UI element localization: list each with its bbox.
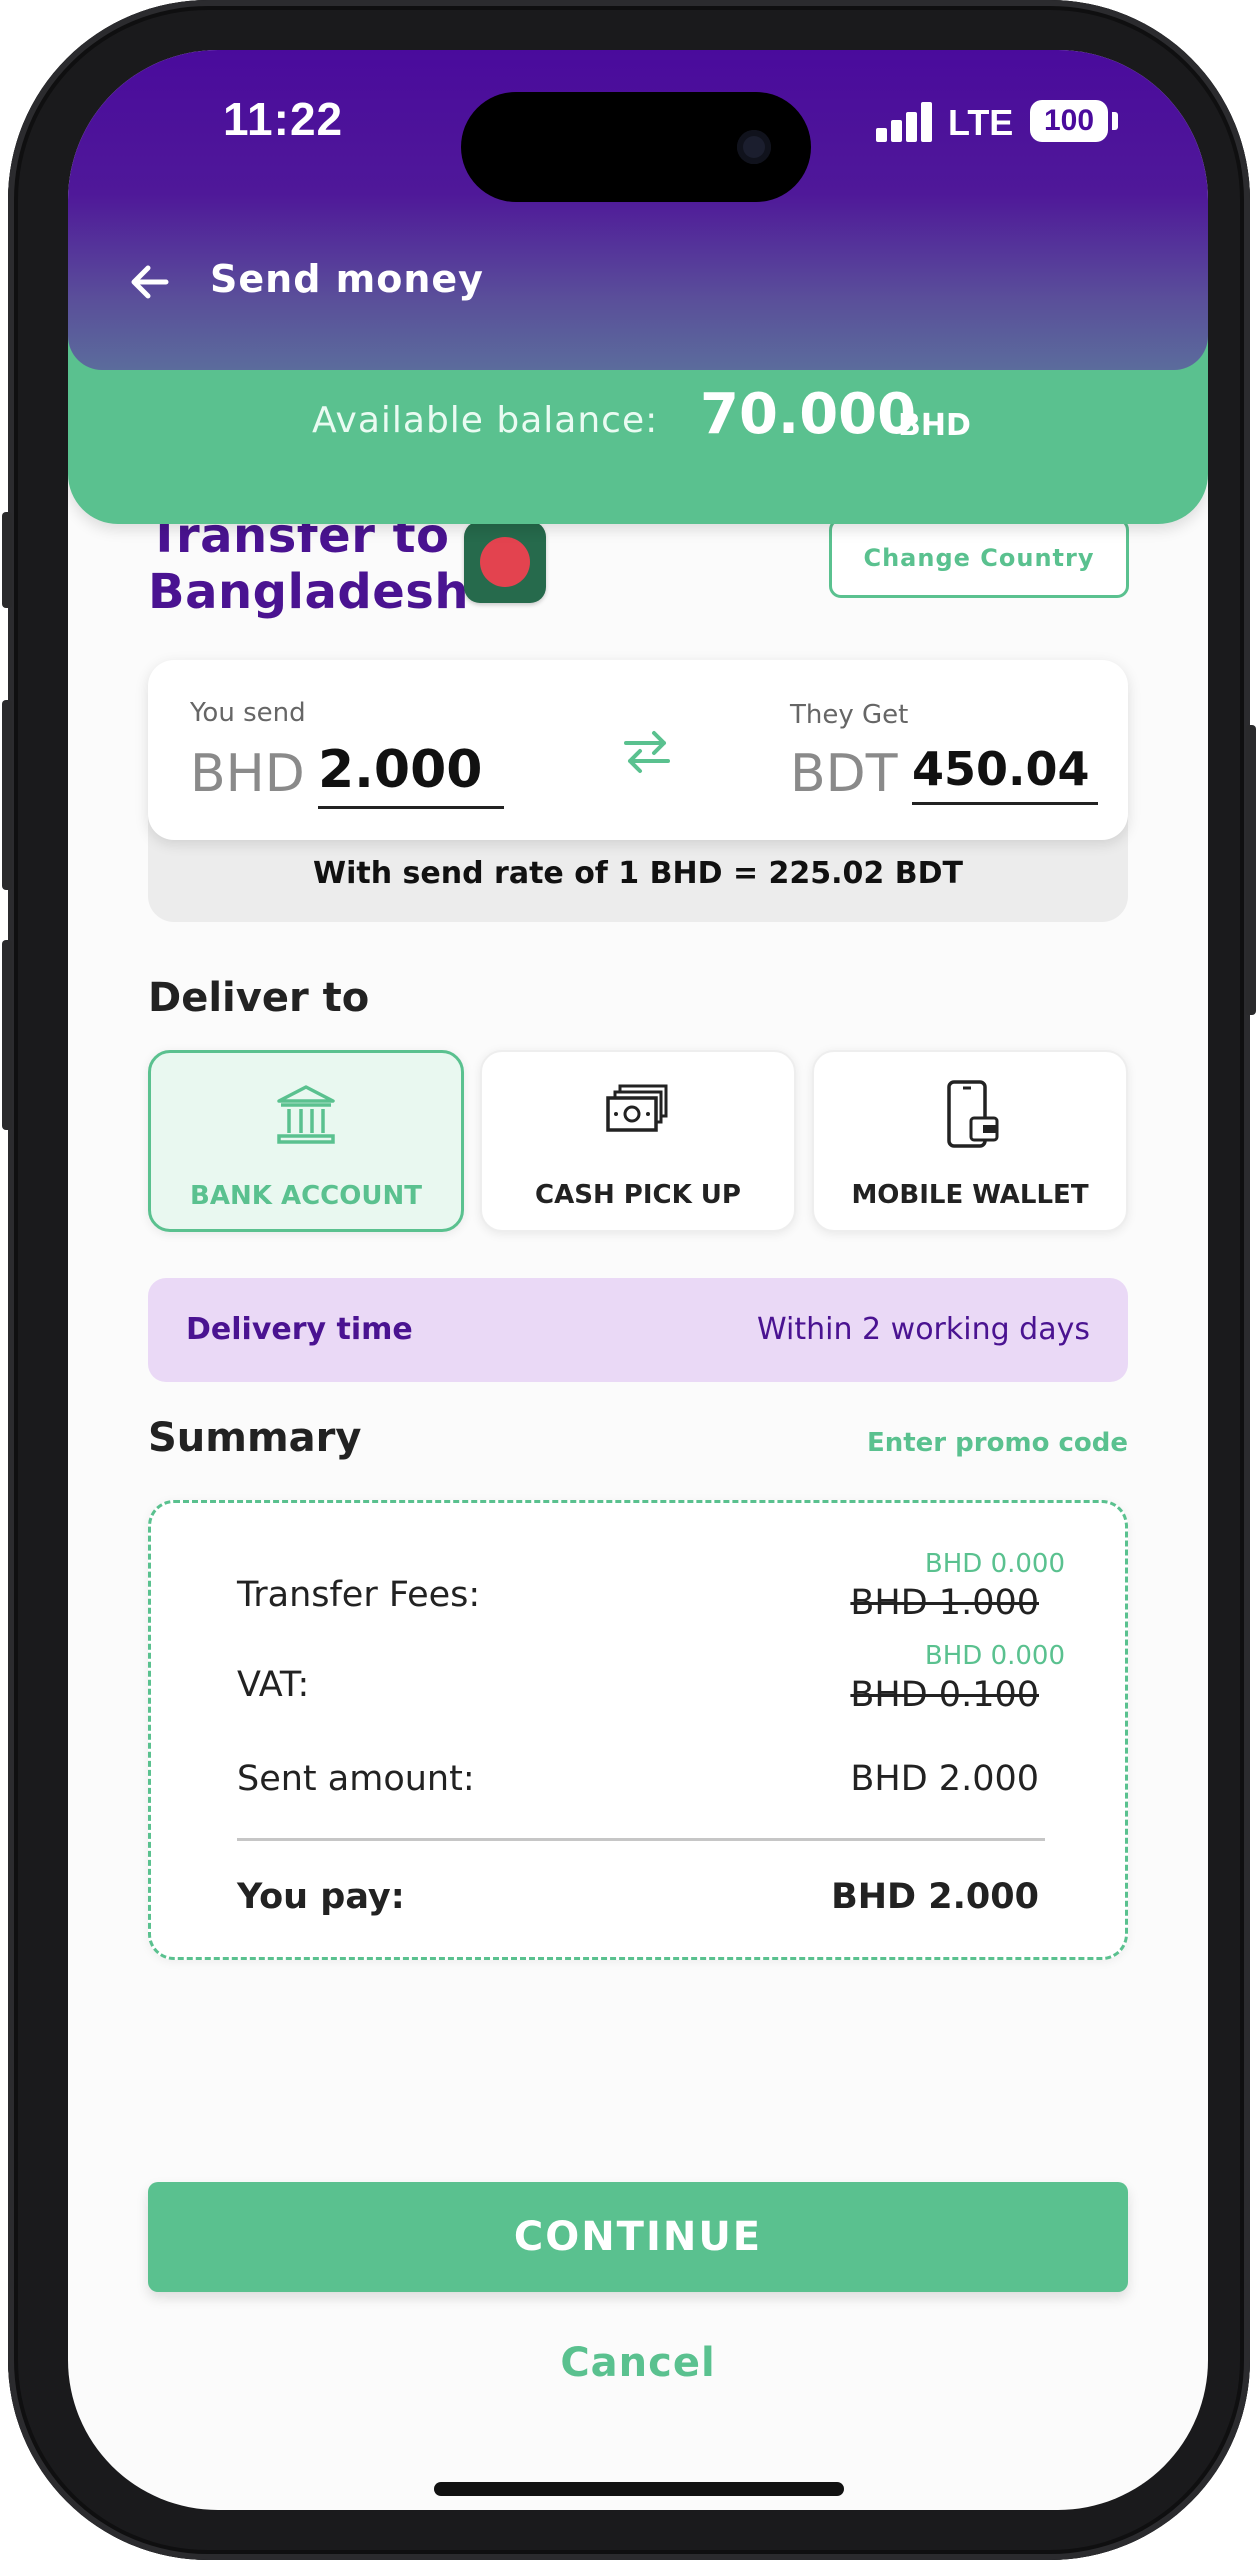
send-amount-input[interactable]: 2.000 <box>318 740 504 809</box>
dynamic-island <box>461 92 811 202</box>
bank-icon <box>277 1085 335 1144</box>
battery-icon: 100 <box>1030 100 1108 142</box>
battery-tip <box>1112 112 1118 130</box>
deliver-option-cash-pick-up[interactable]: CASH PICK UP <box>480 1050 796 1232</box>
you-pay-label: You pay: <box>237 1877 405 1917</box>
send-currency: BHD <box>190 744 305 804</box>
side-button-volume-down <box>2 940 12 1130</box>
side-button-power <box>1246 725 1256 1015</box>
get-amount-input[interactable]: 450.04 <box>912 742 1098 805</box>
camera-icon <box>737 130 771 164</box>
app-screen: 11:22 LTE 100 Send money Available balan… <box>68 50 1208 2510</box>
transfer-title-line2: Bangladesh <box>148 564 470 620</box>
transfer-fees-original: BHD 1.000 <box>850 1583 1039 1623</box>
network-type: LTE <box>948 102 1014 143</box>
cash-icon <box>606 1084 668 1132</box>
swap-button[interactable] <box>620 725 674 779</box>
deliver-option-mobile-wallet[interactable]: MOBILE WALLET <box>812 1050 1128 1232</box>
transfer-title: Transfer to Bangladesh <box>148 508 469 620</box>
side-button-volume-up <box>2 700 12 890</box>
vat-original: BHD 0.100 <box>850 1675 1039 1715</box>
converter-card: You send BHD 2.000 They Get BDT 450.04 <box>148 660 1128 840</box>
summary-heading: Summary <box>148 1415 362 1461</box>
swap-arrows-icon <box>624 731 670 773</box>
change-country-button[interactable]: Change Country <box>829 518 1129 598</box>
balance-label: Available balance: <box>312 400 659 441</box>
transfer-fees-discounted: BHD 0.000 <box>924 1549 1065 1579</box>
vat-discounted: BHD 0.000 <box>924 1641 1065 1671</box>
get-currency: BDT <box>790 744 898 804</box>
mobile-wallet-icon <box>947 1080 999 1148</box>
continue-button[interactable]: CONTINUE <box>148 2182 1128 2292</box>
you-send-label: You send <box>190 698 306 728</box>
delivery-time-value: Within 2 working days <box>757 1312 1090 1347</box>
deliver-to-heading: Deliver to <box>148 975 370 1021</box>
deliver-option-label: MOBILE WALLET <box>851 1180 1089 1210</box>
summary-divider <box>237 1838 1045 1841</box>
sent-amount-label: Sent amount: <box>237 1759 475 1799</box>
sent-amount-value: BHD 2.000 <box>850 1759 1039 1799</box>
back-button[interactable] <box>126 258 174 306</box>
delivery-time-banner: Delivery time Within 2 working days <box>148 1278 1128 1382</box>
bangladesh-flag-icon <box>464 521 546 603</box>
phone-frame: 11:22 LTE 100 Send money Available balan… <box>2 0 1256 2560</box>
summary-card: BHD 0.000 Transfer Fees: BHD 1.000 BHD 0… <box>148 1500 1128 1960</box>
arrow-left-icon <box>131 265 169 299</box>
side-button-action <box>2 512 12 608</box>
cancel-button[interactable]: Cancel <box>68 2340 1208 2386</box>
home-indicator[interactable] <box>434 2482 844 2496</box>
exchange-rate-text: With send rate of 1 BHD = 225.02 BDT <box>313 856 963 891</box>
page-title: Send money <box>210 257 484 301</box>
vat-label: VAT: <box>237 1665 310 1705</box>
delivery-time-label: Delivery time <box>186 1312 413 1347</box>
deliver-option-label: CASH PICK UP <box>535 1180 741 1210</box>
you-pay-value: BHD 2.000 <box>831 1877 1039 1917</box>
deliver-option-bank-account[interactable]: BANK ACCOUNT <box>148 1050 464 1232</box>
status-time: 11:22 <box>223 93 344 145</box>
cellular-signal-icon <box>876 102 934 142</box>
balance-amount: 70.000 <box>700 382 917 447</box>
they-get-label: They Get <box>790 700 909 730</box>
promo-code-link[interactable]: Enter promo code <box>867 1428 1128 1458</box>
transfer-fees-label: Transfer Fees: <box>237 1575 481 1615</box>
balance-currency: BHD <box>898 408 971 443</box>
deliver-option-label: BANK ACCOUNT <box>190 1181 422 1211</box>
app-header: 11:22 LTE 100 Send money <box>68 50 1208 370</box>
